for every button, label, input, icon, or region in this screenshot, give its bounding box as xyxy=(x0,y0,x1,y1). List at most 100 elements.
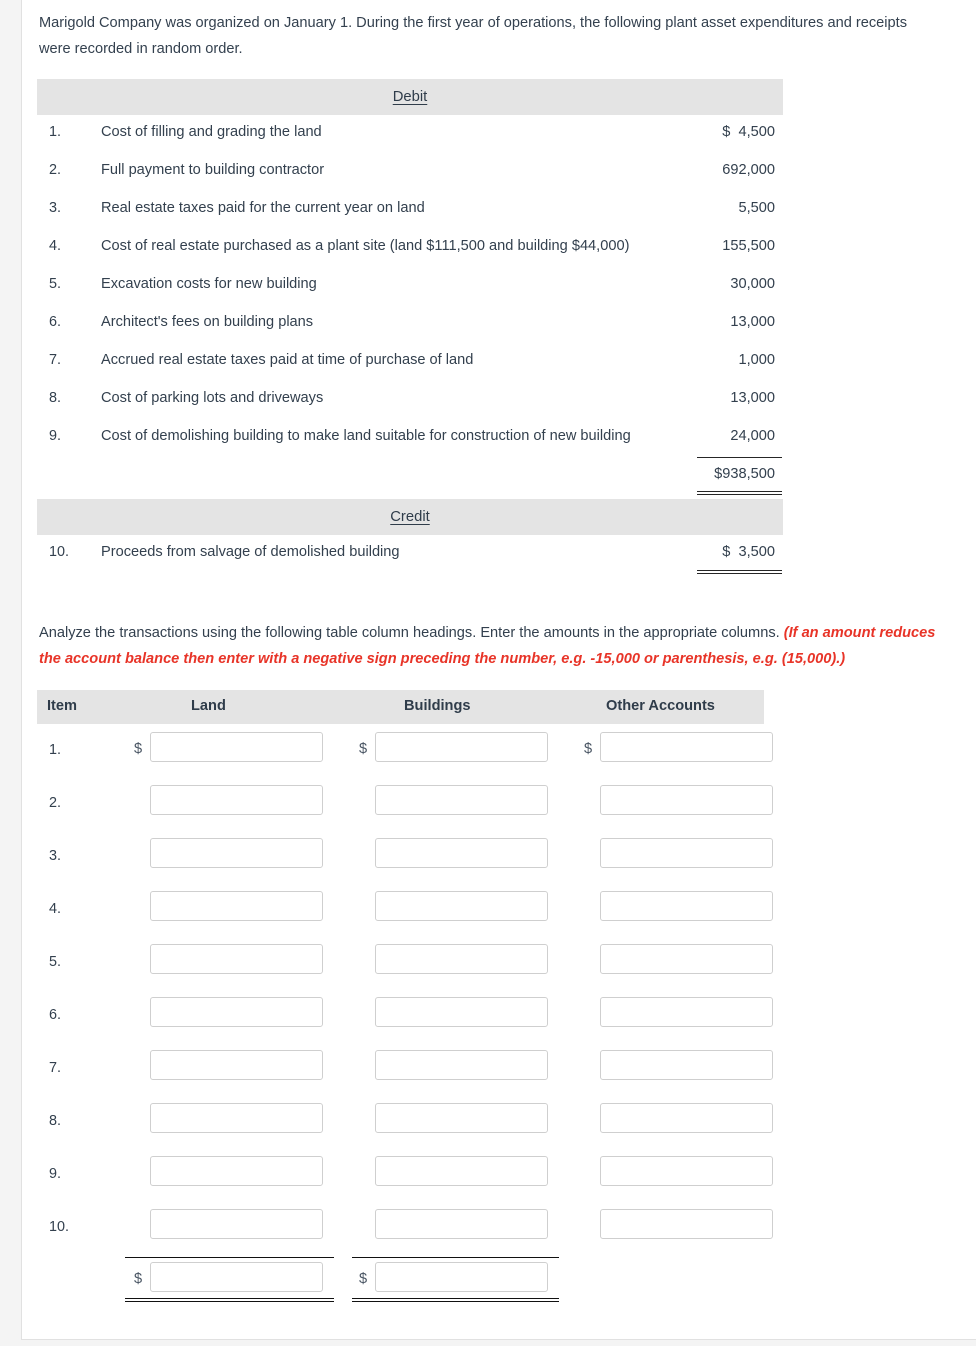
debit-total-amount: $938,500 xyxy=(714,466,775,482)
row-description: Cost of real estate purchased as a plant… xyxy=(101,238,630,254)
entry-row: 8. xyxy=(37,1095,773,1148)
buildings-input-5[interactable] xyxy=(375,944,548,974)
total-double-rule xyxy=(697,491,782,495)
buildings-input-10[interactable] xyxy=(375,1209,548,1239)
question-page: Marigold Company was organized on Januar… xyxy=(21,0,976,1340)
other-accounts-input-1[interactable] xyxy=(600,732,773,762)
entry-row: 3. xyxy=(37,830,773,883)
total-double-rule-land xyxy=(125,1298,334,1302)
buildings-input-8[interactable] xyxy=(375,1103,548,1133)
listing-row: 2. Full payment to building contractor 6… xyxy=(37,153,783,191)
land-input-4[interactable] xyxy=(150,891,323,921)
buildings-total-input[interactable] xyxy=(375,1262,548,1292)
buildings-input-6[interactable] xyxy=(375,997,548,1027)
entry-row-number: 10. xyxy=(49,1219,70,1235)
row-description: Proceeds from salvage of demolished buil… xyxy=(101,544,400,560)
entry-row-number: 1. xyxy=(49,742,62,758)
other-accounts-input-9[interactable] xyxy=(600,1156,773,1186)
entry-row-number: 9. xyxy=(49,1166,62,1182)
land-input-1[interactable] xyxy=(150,732,323,762)
credit-section-header: Credit xyxy=(37,499,783,535)
total-rule-buildings xyxy=(352,1257,559,1258)
land-input-3[interactable] xyxy=(150,838,323,868)
analyze-text: Analyze the transactions using the follo… xyxy=(39,625,780,641)
other-accounts-input-4[interactable] xyxy=(600,891,773,921)
other-accounts-input-7[interactable] xyxy=(600,1050,773,1080)
intro-paragraph: Marigold Company was organized on Januar… xyxy=(39,15,908,57)
row-number: 4. xyxy=(49,238,62,254)
debit-header-label: Debit xyxy=(392,89,428,105)
entry-table: Item Land Buildings Other Accounts 1. $ … xyxy=(37,690,773,1307)
row-description: Excavation costs for new building xyxy=(101,276,317,292)
column-header-other-accounts: Other Accounts xyxy=(606,698,715,714)
buildings-input-1[interactable] xyxy=(375,732,548,762)
entry-row: 5. xyxy=(37,936,773,989)
row-amount: $ 4,500 xyxy=(722,124,775,140)
row-description: Accrued real estate taxes paid at time o… xyxy=(101,352,474,368)
entry-row: 2. xyxy=(37,777,773,830)
other-accounts-input-10[interactable] xyxy=(600,1209,773,1239)
entry-total-row: $ $ xyxy=(37,1254,764,1307)
buildings-input-3[interactable] xyxy=(375,838,548,868)
entry-row-number: 7. xyxy=(49,1060,62,1076)
row-number: 3. xyxy=(49,200,62,216)
other-accounts-input-2[interactable] xyxy=(600,785,773,815)
currency-symbol-buildings-total: $ xyxy=(359,1271,368,1287)
credit-double-rule xyxy=(697,570,782,574)
listing-row: 3. Real estate taxes paid for the curren… xyxy=(37,191,783,229)
other-accounts-input-5[interactable] xyxy=(600,944,773,974)
land-input-10[interactable] xyxy=(150,1209,323,1239)
total-rule xyxy=(697,457,782,458)
row-number: 6. xyxy=(49,314,62,330)
listing-row: 6. Architect's fees on building plans 13… xyxy=(37,305,783,343)
other-accounts-input-6[interactable] xyxy=(600,997,773,1027)
buildings-input-4[interactable] xyxy=(375,891,548,921)
other-accounts-input-3[interactable] xyxy=(600,838,773,868)
buildings-input-9[interactable] xyxy=(375,1156,548,1186)
entry-row-number: 3. xyxy=(49,848,62,864)
entry-row: 1. $ $ $ xyxy=(37,724,773,777)
entry-row: 7. xyxy=(37,1042,773,1095)
credit-header-label: Credit xyxy=(390,509,430,525)
listing-row: 5. Excavation costs for new building 30,… xyxy=(37,267,783,305)
entry-row-number: 6. xyxy=(49,1007,62,1023)
column-header-item: Item xyxy=(47,698,78,714)
row-description: Architect's fees on building plans xyxy=(101,314,314,330)
listing-row: 1. Cost of filling and grading the land … xyxy=(37,115,783,153)
land-input-8[interactable] xyxy=(150,1103,323,1133)
buildings-input-2[interactable] xyxy=(375,785,548,815)
buildings-input-7[interactable] xyxy=(375,1050,548,1080)
debit-total-row: $938,500 xyxy=(37,457,783,495)
listing-row: 10. Proceeds from salvage of demolished … xyxy=(37,535,783,574)
entry-row: 4. xyxy=(37,883,773,936)
row-amount: 13,000 xyxy=(730,314,775,330)
land-input-2[interactable] xyxy=(150,785,323,815)
row-amount: 692,000 xyxy=(722,162,775,178)
column-header-buildings: Buildings xyxy=(404,698,471,714)
land-total-input[interactable] xyxy=(150,1262,323,1292)
listing-row: 8. Cost of parking lots and driveways 13… xyxy=(37,381,783,419)
land-input-9[interactable] xyxy=(150,1156,323,1186)
entry-row: 9. xyxy=(37,1148,773,1201)
entry-row: 10. xyxy=(37,1201,773,1254)
row-description: Cost of filling and grading the land xyxy=(101,124,322,140)
row-amount: 5,500 xyxy=(738,200,775,216)
entry-row-number: 8. xyxy=(49,1113,62,1129)
land-input-7[interactable] xyxy=(150,1050,323,1080)
other-accounts-input-8[interactable] xyxy=(600,1103,773,1133)
listing-row: 7. Accrued real estate taxes paid at tim… xyxy=(37,343,783,381)
land-input-5[interactable] xyxy=(150,944,323,974)
transaction-listing: Debit 1. Cost of filling and grading the… xyxy=(37,79,783,574)
currency-symbol-other: $ xyxy=(584,741,593,757)
land-input-6[interactable] xyxy=(150,997,323,1027)
listing-row: 4. Cost of real estate purchased as a pl… xyxy=(37,229,783,267)
entry-row-number: 2. xyxy=(49,795,62,811)
total-rule-land xyxy=(125,1257,334,1258)
debit-section-header: Debit xyxy=(37,79,783,115)
row-number: 9. xyxy=(49,428,62,444)
row-amount: 30,000 xyxy=(730,276,775,292)
currency-symbol-land-total: $ xyxy=(134,1271,143,1287)
row-number: 2. xyxy=(49,162,62,178)
entry-table-header-row: Item Land Buildings Other Accounts xyxy=(37,690,764,724)
entry-row: 6. xyxy=(37,989,773,1042)
